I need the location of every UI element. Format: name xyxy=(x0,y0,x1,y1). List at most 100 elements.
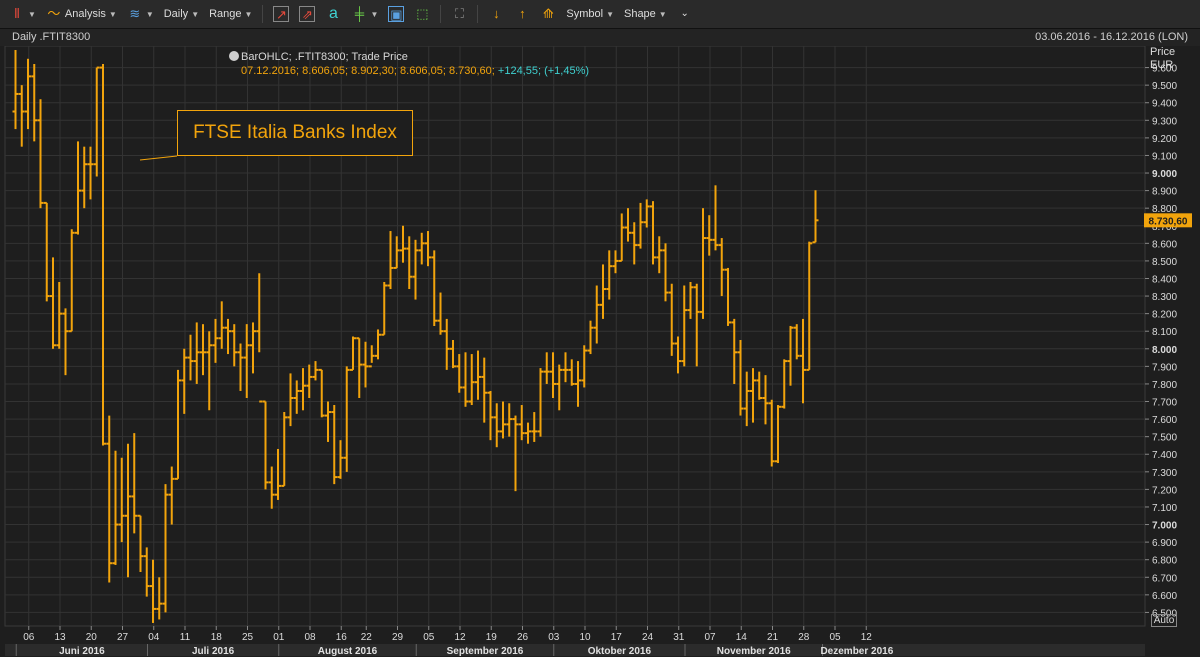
x-tick-label: 31 xyxy=(673,632,685,643)
x-tick-label: 04 xyxy=(148,632,160,643)
wave-icon: ≋ xyxy=(129,6,141,21)
x-tick-label: 11 xyxy=(180,632,191,643)
x-axis: 06 13 20 27 04 11 18 25 01 08 16 22 29 05 12 19 26 03 10 17… xyxy=(5,626,1145,657)
interval-label: Daily xyxy=(163,8,189,20)
toolbar: ⦀ ▼ 〜 Analysis ▼ ≋ ▼ Daily ▼ Range ▼ ↗ ⇗ a ╪ ▼… xyxy=(0,0,1200,29)
symbol-label: Symbol xyxy=(566,8,604,20)
crosshair-menu[interactable]: ╪ ▼ xyxy=(348,4,381,24)
chevron-down-icon: ▼ xyxy=(244,9,253,19)
y-tick-label: 8.300 xyxy=(1152,292,1177,303)
line-chart-icon: ↗ xyxy=(273,6,290,22)
x-tick-label: 12 xyxy=(454,632,466,643)
chevron-down-icon: ▼ xyxy=(28,9,36,19)
analysis-menu[interactable]: 〜 Analysis ▼ xyxy=(43,4,120,24)
chart-style-menu[interactable]: ≋ ▼ xyxy=(124,4,157,24)
shape-label: Shape xyxy=(623,8,656,20)
y-tick-label: 9.200 xyxy=(1152,134,1177,145)
select-area-button[interactable]: ⬚ xyxy=(411,4,433,24)
y-tick-label: 8.600 xyxy=(1152,239,1177,250)
chart-header: Daily .FTIT8300 03.06.2016 - 16.12.2016 … xyxy=(0,29,1200,46)
x-tick-label: 17 xyxy=(611,632,623,643)
trend-chart-button[interactable]: ⇗ xyxy=(296,4,318,24)
layout-menu[interactable]: ⦀ ▼ xyxy=(6,4,39,24)
plot-area xyxy=(4,46,1146,627)
symbol-menu[interactable]: Symbol ▼ xyxy=(563,6,617,22)
x-tick-label: 24 xyxy=(642,632,654,643)
trend-chart-icon: ⇗ xyxy=(299,6,316,22)
x-tick-label: 05 xyxy=(829,632,841,643)
x-tick-label: 28 xyxy=(798,632,810,643)
month-label: Oktober 2016 xyxy=(588,646,652,657)
y-tick-label: 8.400 xyxy=(1152,274,1177,285)
x-tick-label: 05 xyxy=(423,632,435,643)
interval-menu[interactable]: Daily ▼ xyxy=(161,6,202,22)
chevron-down-icon: ▼ xyxy=(658,9,667,19)
month-band xyxy=(5,644,1145,656)
x-tick-label: 19 xyxy=(486,632,498,643)
month-label: Juli 2016 xyxy=(192,646,235,657)
x-tick-label: 20 xyxy=(86,632,98,643)
text-tool-button[interactable]: a xyxy=(322,4,344,24)
y-tick-label: 7.900 xyxy=(1152,362,1177,373)
line-chart-button[interactable]: ↗ xyxy=(270,4,292,24)
double-chevron-down-icon: ⌄ xyxy=(680,8,689,19)
y-tick-label: 9.400 xyxy=(1152,99,1177,110)
y-tick-label: 6.600 xyxy=(1152,591,1177,602)
info-change: +124,55; (+1,45%) xyxy=(497,65,590,77)
toolbar-divider xyxy=(477,5,479,23)
x-tick-label: 13 xyxy=(54,632,66,643)
x-tick-label: 29 xyxy=(392,632,404,643)
y-tick-label: 9.300 xyxy=(1152,116,1177,127)
month-label: November 2016 xyxy=(717,646,791,657)
y-tick-label: 8.200 xyxy=(1152,310,1177,321)
info-series: BarOHLC; .FTIT8300; Trade Price xyxy=(241,51,408,63)
y-tick-label: 9.000 xyxy=(1152,169,1177,180)
info-values: 07.12.2016; 8.606,05; 8.902,30; 8.606,05… xyxy=(241,65,495,77)
y-tick-label: 7.400 xyxy=(1152,450,1177,461)
month-label: September 2016 xyxy=(447,646,524,657)
y-axis: 9.6009.5009.4009.3009.2009.1009.0008.900… xyxy=(1144,64,1192,619)
x-tick-label: 14 xyxy=(736,632,748,643)
crosshair-icon: ╪ xyxy=(354,6,365,21)
more-button[interactable]: ⌄ xyxy=(674,4,696,24)
arrow-down-icon: ↓ xyxy=(493,6,500,21)
zoom-box-button[interactable]: ▣ xyxy=(385,4,407,24)
y-tick-label: 6.700 xyxy=(1152,573,1177,584)
analysis-label: Analysis xyxy=(64,8,106,20)
last-value-label: 8.730,60 xyxy=(1149,216,1188,227)
grid xyxy=(4,46,1146,627)
y-tick-label: 8.900 xyxy=(1152,187,1177,198)
chevron-down-icon: ▼ xyxy=(191,9,200,19)
range-menu[interactable]: Range ▼ xyxy=(206,6,255,22)
fit-screen-icon: ⛶ xyxy=(454,6,464,21)
x-tick-label: 01 xyxy=(273,632,285,643)
x-tick-label: 07 xyxy=(704,632,716,643)
auto-scale-button[interactable]: Auto xyxy=(1151,614,1177,627)
arrow-up-button[interactable]: ↑ xyxy=(511,4,533,24)
toolbar-divider xyxy=(440,5,442,23)
x-tick-label: 26 xyxy=(517,632,529,643)
arrow-up-icon: ↑ xyxy=(519,6,526,21)
y-tick-label: 7.200 xyxy=(1152,485,1177,496)
x-tick-label: 21 xyxy=(767,632,779,643)
annotation-box[interactable]: FTSE Italia Banks Index xyxy=(177,110,413,156)
x-tick-label: 10 xyxy=(579,632,591,643)
indicator-button[interactable]: ⟰ xyxy=(537,4,559,24)
y-tick-label: 6.900 xyxy=(1152,538,1177,549)
x-tick-label: 22 xyxy=(361,632,373,643)
toolbar-divider xyxy=(262,5,264,23)
x-tick-label: 18 xyxy=(211,632,223,643)
bar-info: BarOHLC; .FTIT8300; Trade Price 07.12.20… xyxy=(229,50,589,78)
y-tick-label: 7.600 xyxy=(1152,415,1177,426)
y-tick-label: 8.500 xyxy=(1152,257,1177,268)
price-axis-header: Price EUR xyxy=(1150,46,1175,72)
arrow-down-button[interactable]: ↓ xyxy=(485,4,507,24)
shape-menu[interactable]: Shape ▼ xyxy=(621,6,670,22)
fit-button[interactable]: ⛶ xyxy=(448,4,470,24)
x-tick-label: 06 xyxy=(23,632,35,643)
x-tick-label: 08 xyxy=(304,632,316,643)
chart-title: Daily .FTIT8300 xyxy=(12,31,91,43)
price-label: Price xyxy=(1150,46,1176,58)
y-tick-label: 7.700 xyxy=(1152,398,1177,409)
zoom-box-icon: ▣ xyxy=(388,6,405,22)
